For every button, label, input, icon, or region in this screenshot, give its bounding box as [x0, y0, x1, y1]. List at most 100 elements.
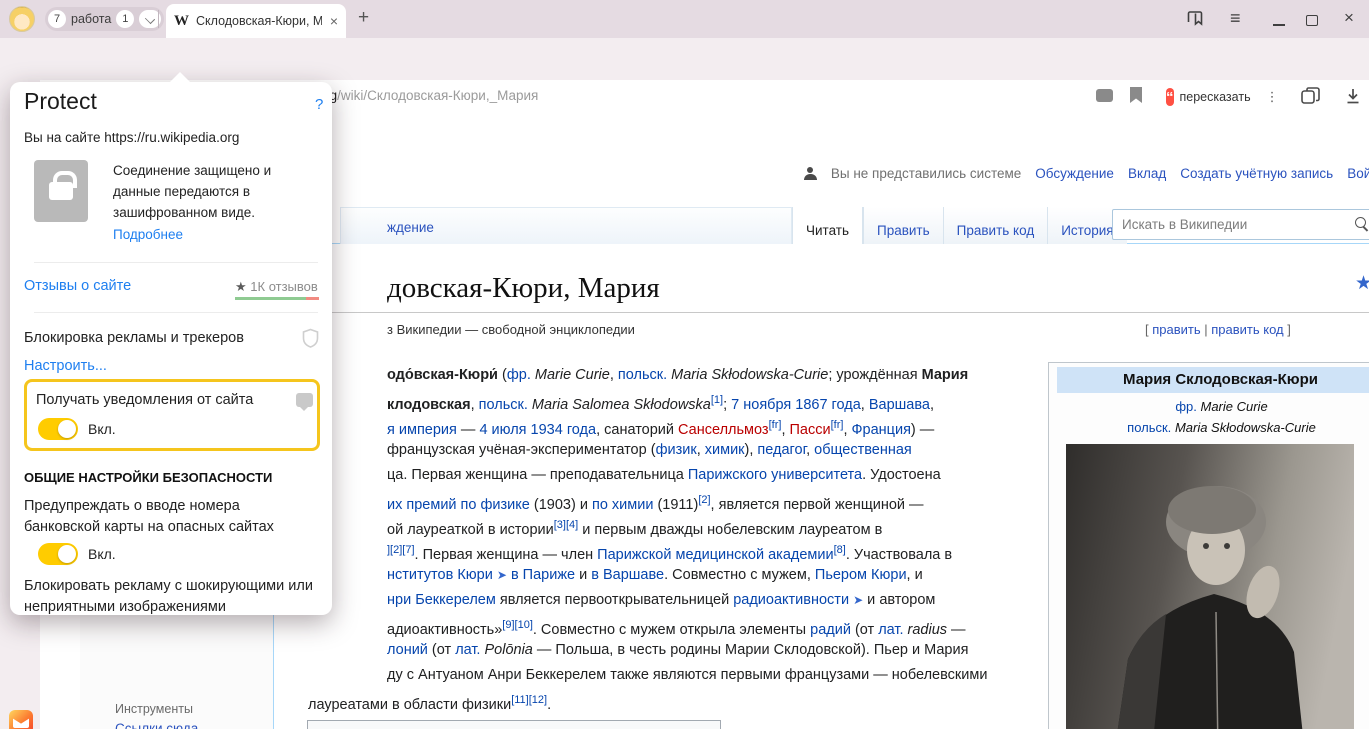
active-tab[interactable]: W Склодовская-Кюри, Ма × — [166, 4, 346, 38]
wiki-link[interactable]: [fr] — [769, 419, 782, 431]
wiki-link[interactable]: нститутов Кюри — [387, 567, 493, 583]
window-close-icon[interactable]: × — [1344, 8, 1354, 28]
wiki-link[interactable]: 7 ноября 1867 года — [731, 397, 861, 413]
wiki-link[interactable]: радиоактивности — [733, 592, 849, 608]
wiki-link[interactable]: Парижской медицинской академии — [597, 547, 833, 563]
personal-link[interactable]: Создать учётную запись — [1180, 166, 1333, 181]
search-icon[interactable] — [1355, 217, 1369, 232]
tab-group-badge[interactable]: 1 — [116, 10, 134, 28]
text-segment: ( — [498, 367, 507, 383]
text-segment: Polōnia — [480, 642, 532, 658]
site-tagline: з Википедии — свободной энциклопедии — [387, 322, 635, 337]
wiki-tabs: ЧитатьПравитьПравить кодИстория — [792, 207, 1127, 244]
card-warning-toggle[interactable] — [38, 543, 78, 565]
text-segment: , — [471, 397, 479, 413]
wiki-link[interactable]: ][2][7] — [387, 544, 415, 556]
card-toggle-label: Вкл. — [88, 546, 116, 562]
text-segment: Maria Skłodowska-Curie — [667, 367, 828, 383]
summarize-more-icon[interactable]: ⋮ — [1266, 89, 1279, 105]
minimize-icon[interactable] — [1273, 24, 1285, 26]
wiki-link[interactable]: в Варшаве — [591, 567, 664, 583]
profile-avatar[interactable] — [9, 6, 35, 32]
wiki-link[interactable]: химик — [705, 442, 745, 458]
notification-comment-icon — [296, 393, 313, 407]
tab-group-count[interactable]: 7 — [48, 10, 66, 28]
wiki-link[interactable]: лоний — [387, 642, 428, 658]
wiki-tab-label: Читать — [806, 223, 849, 238]
sidebar-tools-list: Ссылки сюдаСвязанные правкиСлужебные стр… — [115, 721, 252, 729]
text-segment: ; урождённая — [828, 367, 921, 383]
wiki-link[interactable]: [3][4] — [554, 519, 578, 531]
downloads-icon[interactable] — [1344, 87, 1362, 105]
wiki-link[interactable]: [11][12] — [511, 694, 547, 706]
text-segment: и автором — [863, 592, 935, 608]
text-segment: клодовская — [387, 397, 471, 413]
tab-group-pill[interactable]: 7 работа 1 — [45, 7, 164, 31]
wiki-link[interactable]: по химии — [592, 497, 653, 513]
title-divider — [290, 312, 1369, 313]
wiki-link[interactable]: я империя — [387, 422, 457, 438]
wiki-link[interactable]: 4 июля 1934 года — [479, 422, 596, 438]
wiki-link[interactable]: физик — [656, 442, 697, 458]
wiki-link[interactable]: их премий по физике — [387, 497, 530, 513]
wiki-link[interactable]: [1] — [711, 394, 723, 406]
wiki-tab-other[interactable]: Править код — [943, 207, 1048, 244]
wiki-link[interactable]: Санселльмоз — [678, 422, 769, 438]
wiki-link[interactable]: нри Беккерелем — [387, 592, 496, 608]
wiki-link[interactable]: лат. — [455, 642, 480, 658]
menu-icon[interactable]: ≡ — [1230, 8, 1241, 29]
article-line: лоний (от лат. Polōnia — Польша, в честь… — [308, 638, 1068, 663]
details-link[interactable]: Подробнее — [113, 227, 183, 242]
edit-code-link[interactable]: править код — [1211, 322, 1283, 337]
wiki-link[interactable]: польск. — [479, 397, 528, 413]
new-tab-button[interactable]: + — [358, 7, 369, 29]
wiki-tab-read[interactable]: Читать — [792, 207, 863, 244]
tab-group-label[interactable]: работа — [71, 12, 111, 26]
watchlist-star-icon[interactable]: ★ — [1355, 272, 1369, 295]
wiki-link[interactable]: лат. — [878, 622, 903, 638]
configure-link[interactable]: Настроить... — [24, 358, 107, 374]
wiki-link[interactable]: педагог — [757, 442, 806, 458]
maximize-icon[interactable] — [1306, 15, 1318, 26]
help-link[interactable]: ? — [315, 96, 323, 113]
yandex-mail-icon[interactable] — [9, 710, 33, 729]
wiki-link[interactable]: Варшава — [869, 397, 930, 413]
wiki-link[interactable]: Парижского университета — [688, 467, 862, 483]
text-segment: . — [547, 697, 551, 713]
sidebar-tool-link[interactable]: Ссылки сюда — [115, 721, 252, 729]
site-reviews-link[interactable]: Отзывы о сайте — [24, 278, 131, 294]
notifications-toggle[interactable] — [38, 418, 78, 440]
text-segment: . Удостоена — [862, 467, 941, 483]
wiki-link[interactable]: [8] — [834, 544, 846, 556]
wiki-link[interactable]: [fr] — [831, 419, 844, 431]
text-segment: и первым дважды нобелевским лауреатом в — [578, 522, 882, 538]
side-panel-icon[interactable] — [1186, 9, 1204, 27]
wiki-link[interactable]: общественная — [814, 442, 912, 458]
text-segment: , — [843, 422, 851, 438]
site-status-line: Вы на сайте https://ru.wikipedia.org — [24, 130, 239, 145]
text-segment: Maria Salomea Skłodowska — [528, 397, 711, 413]
wiki-link[interactable]: [2] — [698, 494, 710, 506]
wiki-link[interactable]: в Париже — [511, 567, 575, 583]
tab-discussion-fragment[interactable]: ждение — [387, 220, 434, 235]
wiki-link[interactable]: фр. — [507, 367, 531, 383]
wiki-link[interactable]: Франция — [852, 422, 911, 438]
personal-link[interactable]: Вклад — [1128, 166, 1166, 181]
wiki-search-box[interactable]: Искать в Википедии — [1112, 209, 1369, 240]
summarize-button[interactable]: “ пересказать ⋮ — [1160, 81, 1284, 113]
wiki-tab-other[interactable]: Править — [863, 207, 943, 244]
edit-link[interactable]: править — [1152, 322, 1200, 337]
wiki-link[interactable]: Пасси — [790, 422, 831, 438]
personal-link[interactable]: Войти — [1347, 166, 1369, 181]
notifications-label: Получать уведомления от сайта — [36, 392, 253, 408]
text-segment: , санаторий — [596, 422, 678, 438]
wiki-link[interactable]: [9][10] — [502, 619, 533, 631]
personal-link[interactable]: Обсуждение — [1035, 166, 1114, 181]
wiki-link[interactable]: польск. — [618, 367, 667, 383]
comments-icon[interactable] — [1096, 89, 1113, 102]
portrait-photo[interactable] — [1066, 444, 1354, 729]
close-tab-icon[interactable]: × — [330, 13, 338, 29]
wiki-link[interactable]: Пьером Кюри — [815, 567, 907, 583]
wiki-link[interactable]: радий — [810, 622, 851, 638]
collections-icon[interactable] — [1300, 86, 1321, 107]
